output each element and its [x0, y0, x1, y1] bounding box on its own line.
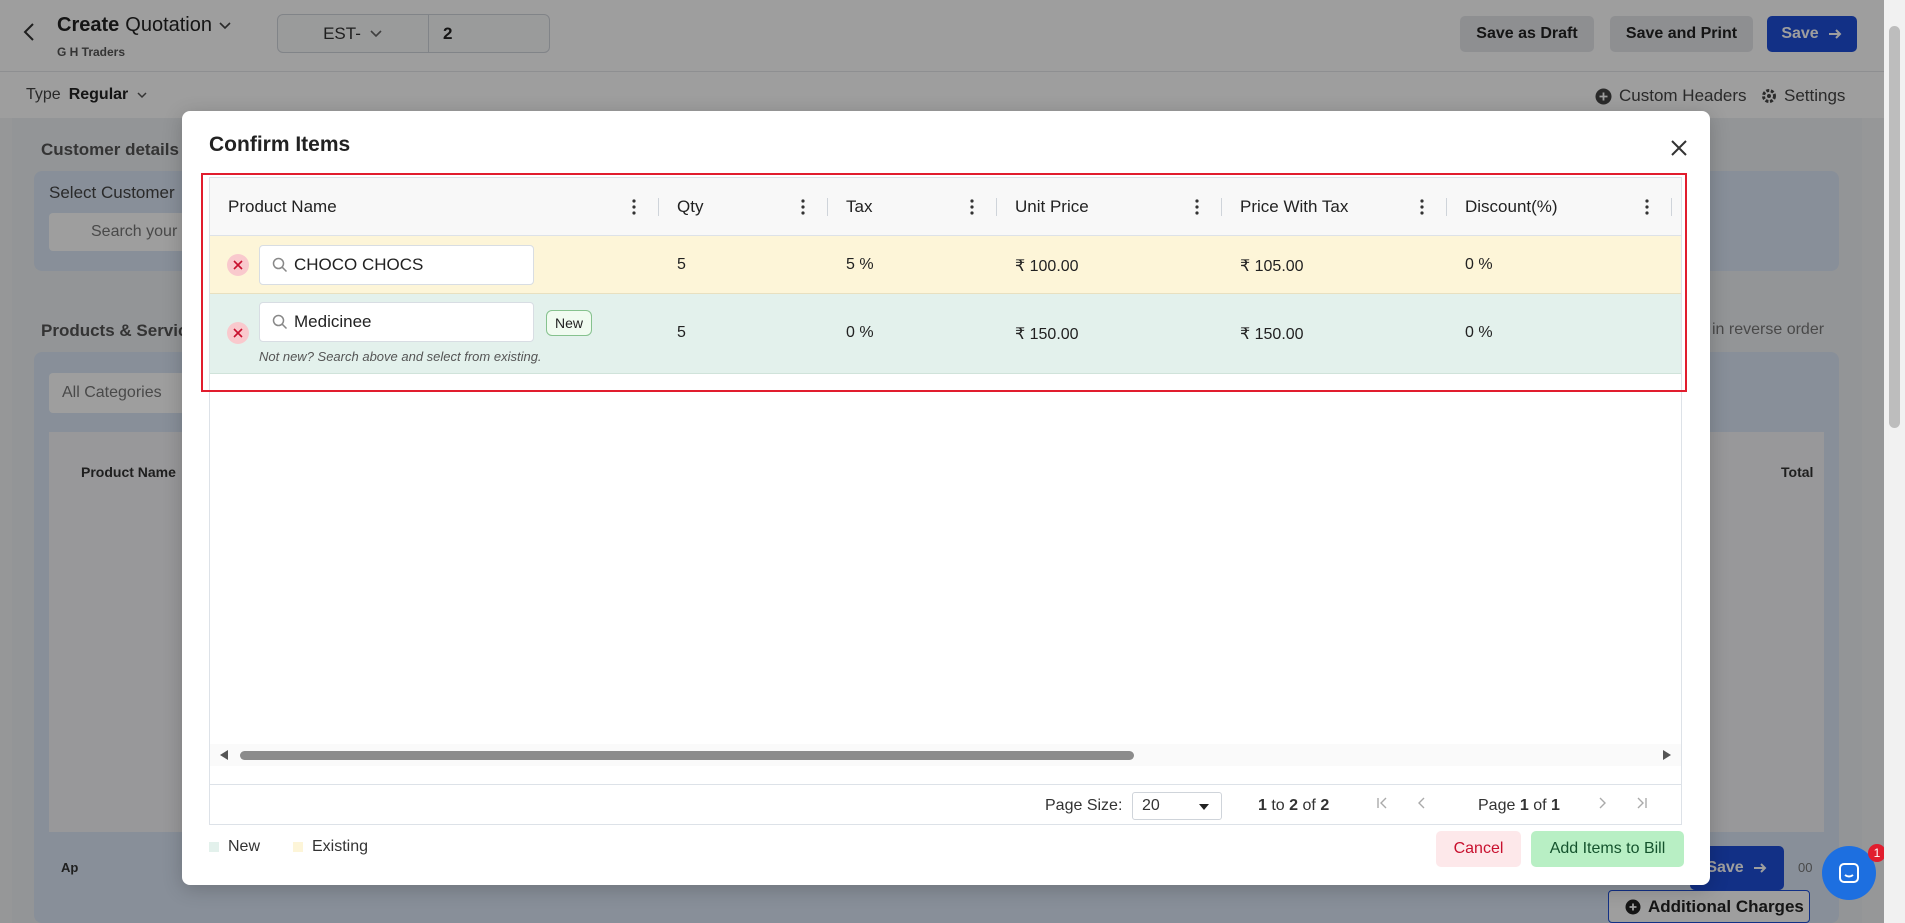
confirm-items-modal: Confirm Items Product Name Qty Tax Unit …	[182, 111, 1710, 885]
column-label: Product Name	[228, 197, 337, 216]
range-to: 2	[1289, 797, 1299, 814]
page-size-label: Page Size:	[1045, 797, 1123, 814]
column-unit-price[interactable]: Unit Price	[997, 178, 1222, 236]
unit-price-cell[interactable]: ₹ 150.00	[1015, 324, 1079, 344]
qty-cell[interactable]: 5	[677, 256, 686, 274]
column-menu-icon[interactable]	[1644, 199, 1650, 215]
first-page-icon[interactable]	[1375, 796, 1389, 810]
remove-row-button[interactable]	[227, 254, 249, 276]
column-discount[interactable]: Discount(%)	[1447, 178, 1672, 236]
scroll-right-icon[interactable]	[1663, 750, 1671, 760]
column-qty[interactable]: Qty	[659, 178, 828, 236]
column-menu-icon[interactable]	[631, 199, 637, 215]
page-word: Page	[1478, 797, 1516, 814]
range-from: 1	[1258, 797, 1267, 814]
page-of-word: of	[1533, 797, 1547, 814]
close-icon	[233, 328, 243, 338]
legend-new: New	[209, 838, 260, 856]
column-menu-icon[interactable]	[1194, 199, 1200, 215]
legend-swatch	[209, 842, 219, 852]
new-badge: New	[546, 310, 593, 336]
modal-title: Confirm Items	[209, 133, 351, 156]
search-icon	[272, 257, 288, 273]
caret-down-icon	[1199, 804, 1209, 810]
scrollbar-thumb[interactable]	[240, 751, 1134, 760]
page-total: 1	[1550, 797, 1560, 814]
unit-price-cell[interactable]: ₹ 100.00	[1015, 256, 1079, 276]
page-size-select[interactable]: 20	[1132, 792, 1222, 820]
tax-cell[interactable]: 5 %	[846, 256, 874, 274]
chat-icon	[1839, 863, 1859, 883]
qty-cell[interactable]: 5	[677, 324, 686, 342]
product-value: Medicinee	[294, 312, 372, 331]
page-size-value: 20	[1142, 797, 1160, 814]
scrollbar-thumb[interactable]	[1889, 26, 1900, 428]
legend-swatch	[293, 842, 303, 852]
pagination-bar: Page Size: 20 1 to 2 of 2 Page 1 of 1	[210, 784, 1681, 825]
not-new-hint: Not new? Search above and select from ex…	[259, 349, 542, 364]
legend-label: Existing	[312, 838, 369, 855]
discount-cell[interactable]: 0 %	[1465, 256, 1493, 274]
column-label: Qty	[677, 197, 704, 216]
product-search-input[interactable]: CHOCO CHOCS	[259, 245, 534, 285]
page-current: 1	[1519, 797, 1529, 814]
column-product-name[interactable]: Product Name	[210, 178, 659, 236]
range-to-word: to	[1271, 797, 1285, 814]
column-menu-icon[interactable]	[800, 199, 806, 215]
scroll-left-icon[interactable]	[220, 750, 228, 760]
items-grid: Product Name Qty Tax Unit Price Price Wi	[209, 177, 1682, 825]
search-icon	[272, 314, 288, 330]
tax-cell[interactable]: 0 %	[846, 324, 874, 342]
grid-header: Product Name Qty Tax Unit Price Price Wi	[210, 178, 1681, 236]
column-menu-icon[interactable]	[1419, 199, 1425, 215]
add-items-to-bill-button[interactable]: Add Items to Bill	[1531, 831, 1684, 867]
column-label: Unit Price	[1015, 197, 1089, 216]
close-icon[interactable]	[1668, 137, 1690, 159]
column-menu-icon[interactable]	[969, 199, 975, 215]
column-label: Price With Tax	[1240, 197, 1349, 216]
table-row: CHOCO CHOCS 5 5 % ₹ 100.00 ₹ 105.00 0 %	[210, 236, 1681, 294]
column-label: Discount(%)	[1465, 197, 1558, 216]
price-with-tax-cell[interactable]: ₹ 150.00	[1240, 324, 1304, 344]
column-separator	[1671, 198, 1672, 216]
product-search-input[interactable]: Medicinee	[259, 302, 534, 342]
last-page-icon[interactable]	[1635, 796, 1649, 810]
discount-cell[interactable]: 0 %	[1465, 324, 1493, 342]
close-icon	[233, 260, 243, 270]
legend-label: New	[228, 838, 261, 855]
remove-row-button[interactable]	[227, 322, 249, 344]
column-label: Tax	[846, 197, 873, 216]
table-row: Medicinee New Not new? Search above and …	[210, 294, 1681, 374]
cancel-button[interactable]: Cancel	[1436, 831, 1521, 867]
range-total: 2	[1320, 797, 1330, 814]
row-range: 1 to 2 of 2	[1258, 797, 1329, 815]
column-tax[interactable]: Tax	[828, 178, 997, 236]
next-page-icon[interactable]	[1595, 796, 1609, 810]
horizontal-scrollbar[interactable]	[210, 744, 1681, 766]
legend-existing: Existing	[293, 838, 368, 856]
previous-page-icon[interactable]	[1415, 796, 1429, 810]
page-indicator: Page 1 of 1	[1478, 797, 1560, 815]
price-with-tax-cell[interactable]: ₹ 105.00	[1240, 256, 1304, 276]
product-value: CHOCO CHOCS	[294, 255, 424, 274]
column-price-with-tax[interactable]: Price With Tax	[1222, 178, 1447, 236]
range-of-word: of	[1302, 797, 1316, 814]
vertical-scrollbar[interactable]	[1884, 0, 1905, 923]
